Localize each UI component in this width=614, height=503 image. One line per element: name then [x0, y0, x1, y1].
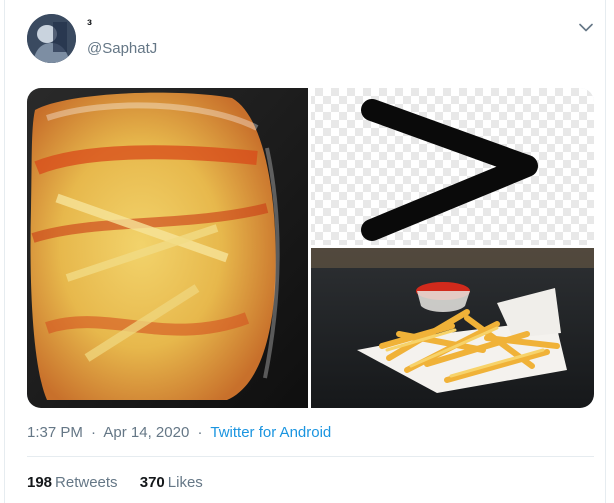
- divider: [27, 456, 594, 457]
- tweet-source-link[interactable]: Twitter for Android: [210, 424, 331, 441]
- greater-than-sign-image[interactable]: [311, 88, 594, 245]
- likes-label: Likes: [167, 474, 203, 491]
- user-handle[interactable]: @SaphatJ: [87, 40, 157, 57]
- timestamp-separator: ·: [91, 424, 97, 441]
- likes-count: 370: [139, 474, 165, 491]
- tweet-time[interactable]: 1:37 PM: [27, 424, 83, 441]
- retweets-label: Retweets: [55, 474, 118, 491]
- retweets-count: 198: [27, 474, 53, 491]
- tweet-stats: 198 Retweets 370 Likes: [27, 474, 221, 491]
- tweet-card: з @SaphatJ 1:37 PM · Apr 14, 2020 · Twit…: [4, 0, 606, 503]
- fries-in-plastic-bag-image[interactable]: [27, 88, 308, 408]
- french-fries-plate-image[interactable]: [311, 248, 594, 408]
- display-name[interactable]: з: [87, 17, 92, 28]
- chevron-down-icon[interactable]: [575, 16, 597, 38]
- avatar[interactable]: [27, 14, 76, 63]
- tweet-timestamp: 1:37 PM · Apr 14, 2020 · Twitter for And…: [27, 424, 331, 441]
- avatar-image: [27, 14, 76, 63]
- likes-stat[interactable]: 370 Likes: [140, 474, 203, 491]
- tweet-date[interactable]: Apr 14, 2020: [103, 424, 189, 441]
- retweets-stat[interactable]: 198 Retweets: [27, 474, 118, 491]
- source-separator: ·: [197, 424, 203, 441]
- tweet-media-grid: [27, 88, 594, 408]
